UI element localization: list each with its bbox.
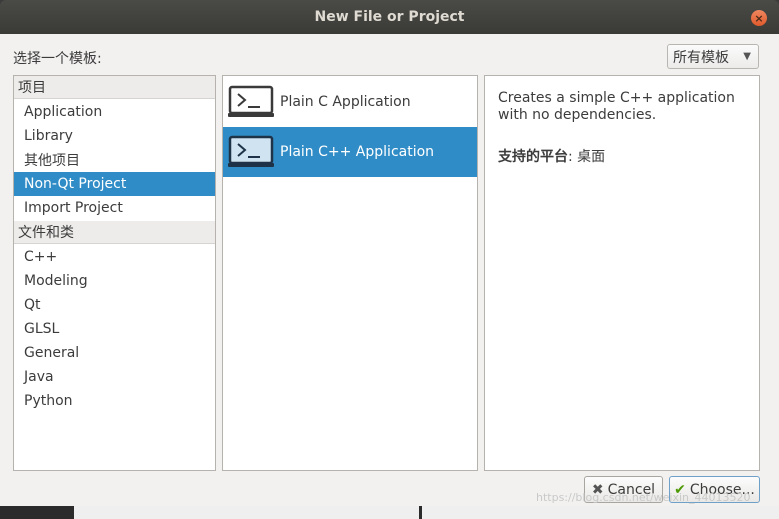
template-description: Creates a simple C++ application with no… bbox=[498, 90, 735, 123]
group-header-files-classes: 文件和类 bbox=[14, 221, 215, 244]
template-item-plain-c[interactable]: Plain C Application bbox=[223, 77, 477, 127]
category-item-qt[interactable]: Qt bbox=[14, 293, 215, 317]
template-list[interactable]: Plain C Application Plain C++ Applicatio… bbox=[222, 75, 478, 471]
supported-platforms: 支持的平台: 桌面 bbox=[498, 146, 605, 166]
dialog-body: 选择一个模板: 所有模板 ▼ 项目 Application Library 其他… bbox=[0, 34, 779, 506]
category-item-library[interactable]: Library bbox=[14, 124, 215, 148]
background-panel bbox=[74, 506, 419, 519]
category-item-modeling[interactable]: Modeling bbox=[14, 269, 215, 293]
category-item-non-qt-project[interactable]: Non-Qt Project bbox=[14, 172, 215, 196]
template-label: Plain C++ Application bbox=[280, 144, 435, 160]
title-bar: New File or Project × bbox=[0, 0, 779, 34]
close-button[interactable]: × bbox=[751, 10, 767, 26]
close-icon: × bbox=[754, 11, 764, 25]
terminal-icon bbox=[228, 135, 274, 167]
watermark: https://blog.csdn.net/weixin_44013520 bbox=[536, 491, 751, 504]
background-panel bbox=[422, 506, 779, 519]
category-item-python[interactable]: Python bbox=[14, 389, 215, 413]
platform-value: : 桌面 bbox=[568, 149, 606, 165]
window-title: New File or Project bbox=[314, 9, 465, 25]
background-window bbox=[0, 506, 779, 519]
category-item-other-projects[interactable]: 其他项目 bbox=[14, 148, 215, 172]
group-header-projects: 项目 bbox=[14, 76, 215, 99]
chevron-down-icon: ▼ bbox=[743, 51, 751, 62]
category-item-java[interactable]: Java bbox=[14, 365, 215, 389]
description-panel: Creates a simple C++ application with no… bbox=[484, 75, 760, 471]
template-item-plain-cpp[interactable]: Plain C++ Application bbox=[223, 127, 477, 177]
category-list[interactable]: 项目 Application Library 其他项目 Non-Qt Proje… bbox=[13, 75, 216, 471]
template-label: Plain C Application bbox=[280, 94, 411, 110]
terminal-icon bbox=[228, 85, 274, 117]
category-item-cpp[interactable]: C++ bbox=[14, 245, 215, 269]
category-item-import-project[interactable]: Import Project bbox=[14, 196, 215, 220]
choose-template-label: 选择一个模板: bbox=[13, 51, 102, 67]
template-filter-value: 所有模板 bbox=[673, 49, 729, 66]
template-filter-select[interactable]: 所有模板 ▼ bbox=[667, 44, 759, 69]
platform-label: 支持的平台 bbox=[498, 149, 568, 165]
category-item-application[interactable]: Application bbox=[14, 100, 215, 124]
category-item-glsl[interactable]: GLSL bbox=[14, 317, 215, 341]
category-item-general[interactable]: General bbox=[14, 341, 215, 365]
